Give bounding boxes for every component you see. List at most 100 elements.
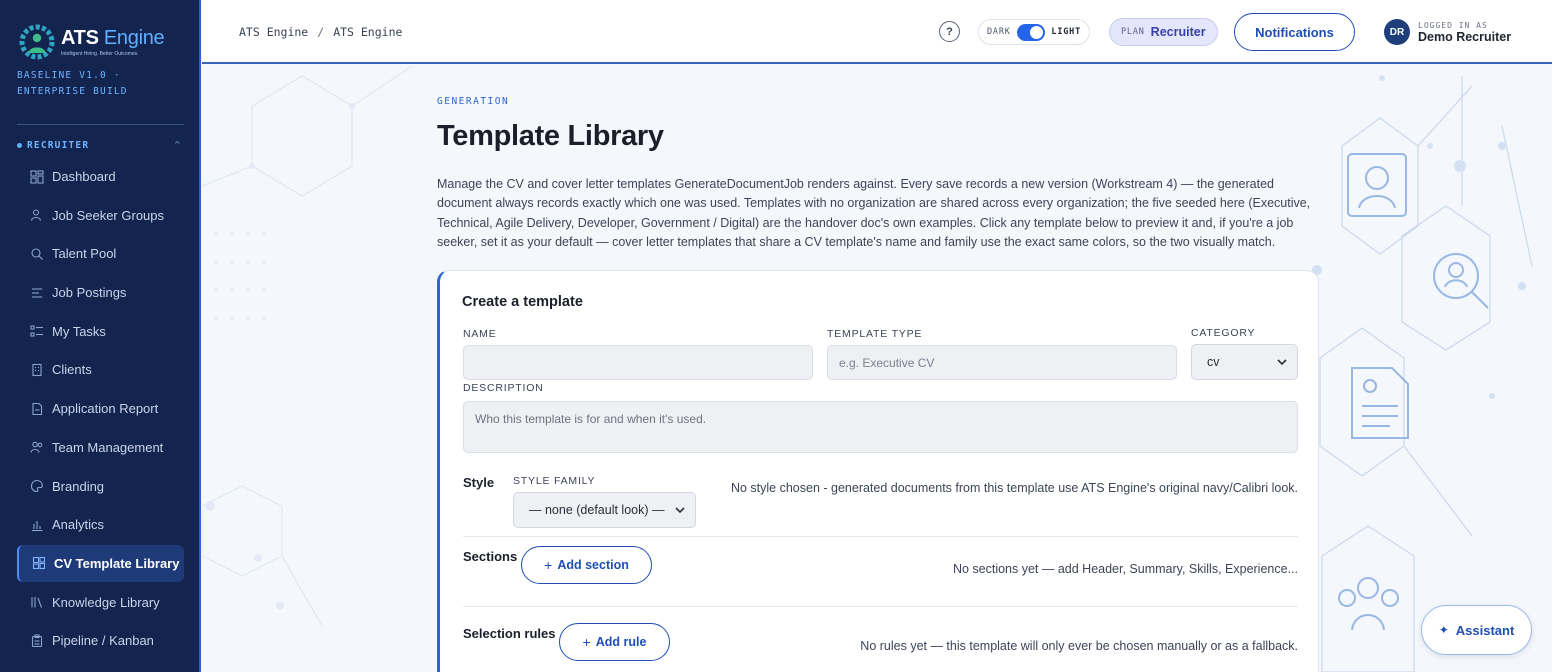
theme-switch[interactable] xyxy=(1016,23,1046,41)
chevron-down-icon xyxy=(675,506,685,513)
card-title: Create a template xyxy=(462,294,583,310)
add-rule-button[interactable]: + Add rule xyxy=(559,623,670,661)
template-type-input[interactable]: e.g. Executive CV xyxy=(827,345,1177,380)
page-title: Template Library xyxy=(437,120,664,152)
brand-logo[interactable]: ATS Engine Intelligent Hiring. Better Ou… xyxy=(17,22,165,62)
sidebar-item-label: Dashboard xyxy=(52,169,116,184)
plus-icon: + xyxy=(544,557,553,573)
sidebar-item-cv-template-library[interactable]: CV Template Library xyxy=(17,544,184,582)
sidebar-item-label: My Tasks xyxy=(52,323,106,339)
tasks-icon xyxy=(30,324,44,338)
name-input[interactable] xyxy=(463,345,813,380)
list-icon xyxy=(30,286,44,300)
sidebar-item-clients[interactable]: Clients xyxy=(17,351,184,388)
theme-dark-label: DARK xyxy=(987,27,1011,37)
search-icon xyxy=(30,247,44,261)
section-eyebrow: GENERATION xyxy=(437,96,510,107)
role-label: RECRUITER xyxy=(27,140,90,151)
switch-knob xyxy=(1030,25,1044,39)
sidebar-item-label: Job Postings xyxy=(52,285,127,301)
role-dot-icon xyxy=(17,143,22,148)
breadcrumb-item[interactable]: ATS Engine xyxy=(239,25,308,39)
user-name: Demo Recruiter xyxy=(1418,29,1512,44)
template-type-label: TEMPLATE TYPE xyxy=(827,328,923,340)
add-section-label: Add section xyxy=(557,558,629,572)
build-label: BASELINE V1.0 · ENTERPRISE BUILD xyxy=(17,70,128,97)
sidebar-item-label: Pipeline / Kanban xyxy=(52,633,154,649)
theme-toggle[interactable]: DARK LIGHT xyxy=(978,19,1090,45)
category-value: cv xyxy=(1207,355,1220,369)
style-family-select[interactable]: — none (default look) — xyxy=(513,492,696,528)
sidebar-item-my-tasks[interactable]: My Tasks xyxy=(17,313,184,350)
sidebar-item-team-management[interactable]: Team Management xyxy=(17,429,184,466)
sidebar-item-pipeline-kanban[interactable]: Pipeline / Kanban xyxy=(17,622,184,659)
sidebar-item-label: Job Seeker Groups xyxy=(52,207,165,223)
plan-badge[interactable]: PLAN Recruiter xyxy=(1109,18,1218,46)
sidebar-item-label: Clients xyxy=(52,362,92,378)
category-label: CATEGORY xyxy=(1191,327,1256,339)
top-header: ATS Engine / ATS Engine ? DARK LIGHT PLAN … xyxy=(202,0,1552,64)
sidebar-item-application-report[interactable]: Application Report xyxy=(17,390,184,427)
category-select[interactable]: cv xyxy=(1191,344,1298,380)
rules-heading: Selection rules xyxy=(463,626,556,641)
assistant-button[interactable]: ✦ Assistant xyxy=(1421,605,1532,655)
sidebar-item-job-postings[interactable]: Job Postings xyxy=(17,274,184,311)
brand-name: ATS Engine xyxy=(61,27,165,50)
add-rule-label: Add rule xyxy=(595,635,647,649)
add-section-button[interactable]: + Add section xyxy=(521,546,652,584)
assistant-label: Assistant xyxy=(1455,622,1515,638)
create-template-card: Create a template NAME TEMPLATE TYPE e.g… xyxy=(437,270,1319,672)
people-icon xyxy=(30,208,44,222)
divider xyxy=(463,536,1298,537)
role-section-toggle[interactable]: RECRUITER ⌃ xyxy=(17,139,184,152)
description-label: DESCRIPTION xyxy=(463,382,544,394)
sidebar-divider xyxy=(17,124,184,125)
page-description: Manage the CV and cover letter templates… xyxy=(437,177,1311,249)
breadcrumb: ATS Engine / ATS Engine xyxy=(239,25,402,39)
theme-light-label: LIGHT xyxy=(1051,27,1081,37)
sidebar-item-label: Talent Pool xyxy=(52,246,117,262)
help-button[interactable]: ? xyxy=(939,21,960,42)
logged-in-label: LOGGED IN AS xyxy=(1418,20,1488,30)
chevron-down-icon xyxy=(1277,358,1287,365)
sidebar-item-label: Knowledge Library xyxy=(52,594,160,610)
sidebar: ATS Engine Intelligent Hiring. Better Ou… xyxy=(0,0,201,672)
team-icon xyxy=(30,440,44,454)
library-icon xyxy=(30,595,44,609)
plan-value: Recruiter xyxy=(1150,25,1206,39)
description-textarea[interactable]: Who this template is for and when it's u… xyxy=(463,401,1298,453)
brand-tagline: Intelligent Hiring. Better Outcomes. xyxy=(61,51,139,57)
sidebar-item-branding[interactable]: Branding xyxy=(17,468,184,505)
sidebar-item-label: Application Report xyxy=(52,401,159,417)
sections-hint: No sections yet — add Header, Summary, S… xyxy=(952,562,1298,576)
notifications-button[interactable]: Notifications xyxy=(1234,13,1355,51)
sparkle-icon: ✦ xyxy=(1438,623,1449,637)
sidebar-nav: Dashboard Job Seeker Groups Talent Pool Job… xyxy=(17,158,184,661)
sidebar-item-talent-pool[interactable]: Talent Pool xyxy=(17,235,184,272)
sidebar-item-label: CV Template Library xyxy=(54,555,180,571)
sidebar-item-label: Branding xyxy=(52,478,105,494)
breadcrumb-item-current: ATS Engine xyxy=(333,25,403,39)
sidebar-item-knowledge-library[interactable]: Knowledge Library xyxy=(17,584,184,621)
breadcrumb-separator: / xyxy=(317,25,325,39)
avatar: DR xyxy=(1384,19,1410,45)
brand-name-main: ATS xyxy=(61,27,99,49)
plan-key: PLAN xyxy=(1121,27,1145,37)
chart-icon xyxy=(30,518,44,532)
chevron-up-icon: ⌃ xyxy=(172,140,182,152)
sidebar-item-analytics[interactable]: Analytics xyxy=(17,506,184,543)
sidebar-item-job-seeker-groups[interactable]: Job Seeker Groups xyxy=(17,197,184,234)
building-icon xyxy=(30,363,44,377)
style-family-label: STYLE FAMILY xyxy=(513,475,596,487)
palette-icon xyxy=(30,479,44,493)
template-icon xyxy=(32,556,46,570)
sidebar-item-label: Team Management xyxy=(52,439,164,455)
rules-hint: No rules yet — this template will only e… xyxy=(860,639,1298,653)
brand-name-accent: Engine xyxy=(103,27,165,49)
dashboard-icon xyxy=(30,169,44,184)
gear-person-logo-icon xyxy=(19,24,55,60)
sidebar-item-dashboard[interactable]: Dashboard xyxy=(17,158,184,195)
user-menu[interactable]: DR LOGGED IN AS Demo Recruiter xyxy=(1384,19,1511,45)
clipboard-icon xyxy=(30,634,44,648)
sidebar-item-label: Analytics xyxy=(52,517,105,533)
